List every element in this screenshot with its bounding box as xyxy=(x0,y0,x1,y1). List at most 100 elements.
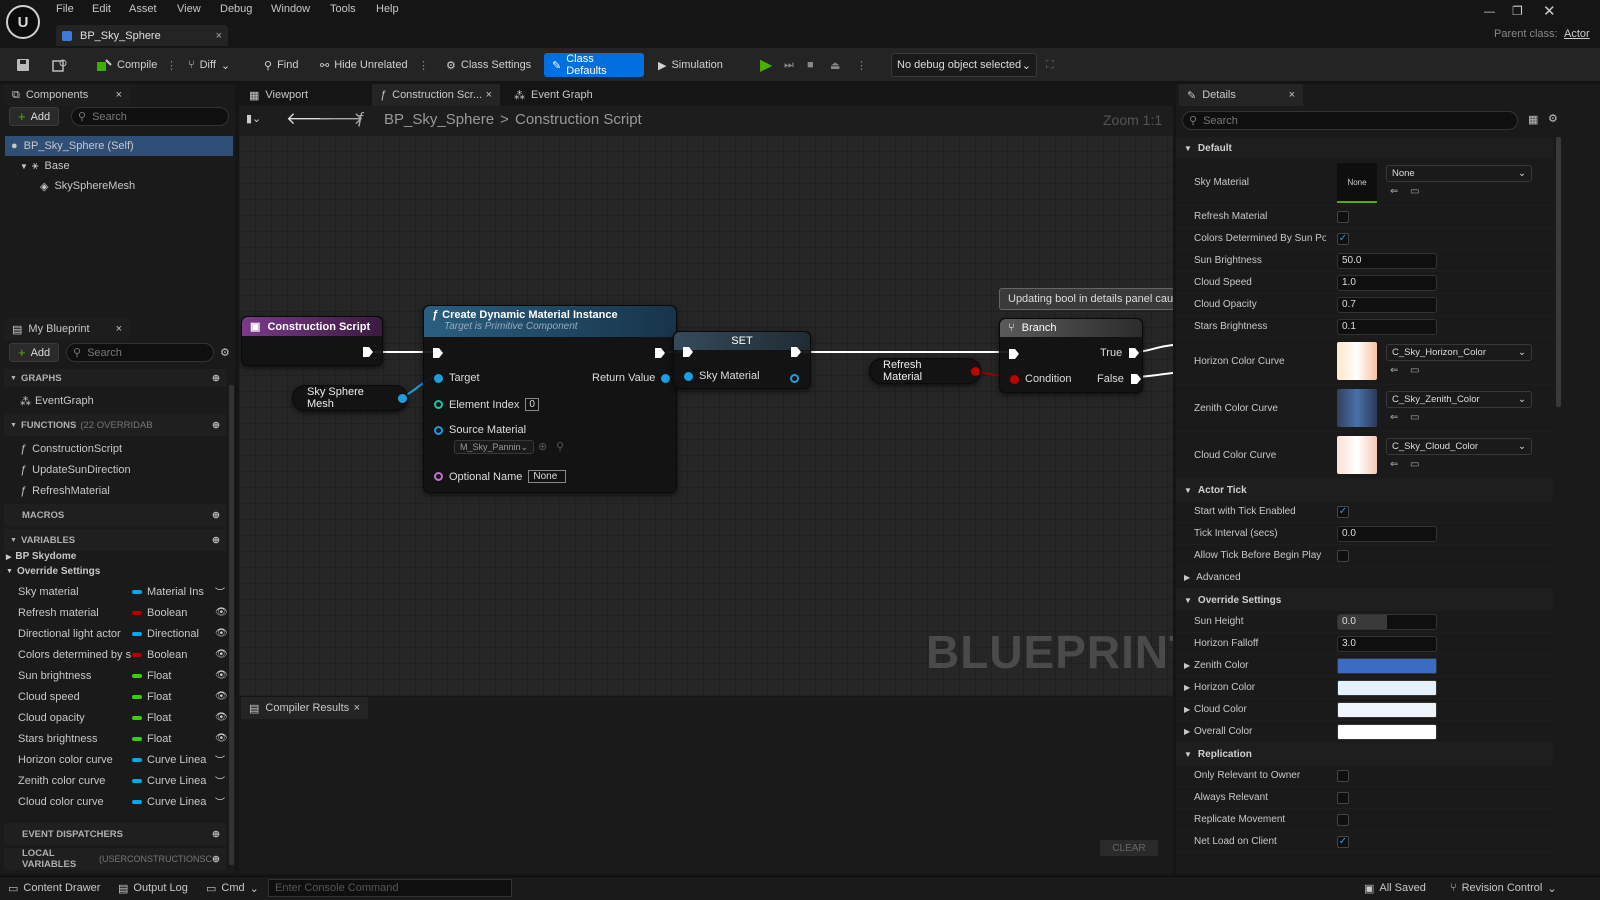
tick-interval-input[interactable]: 0.0 xyxy=(1337,525,1437,542)
net-load-checkbox[interactable]: ✓ xyxy=(1337,835,1349,848)
use-selected-icon[interactable]: ⇐ xyxy=(1390,186,1398,197)
menu-debug[interactable]: Debug xyxy=(220,3,252,15)
zenith-curve-dropdown[interactable]: C_Sky_Zenith_Color ⌄ xyxy=(1386,391,1532,408)
variable-item[interactable]: Zenith color curve Curve Linea ︶ xyxy=(0,770,228,791)
local-variables-section[interactable]: LOCAL VARIABLES (USERCONSTRUCTIONSC ⊕ xyxy=(4,848,226,870)
graphs-section[interactable]: ▼ GRAPHS ⊕ xyxy=(4,369,226,387)
variable-item[interactable]: Sky material Material Ins ︶ xyxy=(0,581,228,602)
save-icon[interactable] xyxy=(12,53,34,77)
add-dispatcher-icon[interactable]: ⊕ xyxy=(212,829,220,840)
optional-name-pin[interactable] xyxy=(434,472,443,481)
optional-name-input[interactable]: None xyxy=(528,470,567,483)
browse-folder-icon[interactable]: ▭ xyxy=(1410,365,1419,376)
eye-icon[interactable]: 👁 xyxy=(215,670,228,681)
cloud-curve-thumbnail[interactable] xyxy=(1337,436,1377,474)
cloud-curve-dropdown[interactable]: C_Sky_Cloud_Color ⌄ xyxy=(1386,438,1532,455)
unreal-logo-icon[interactable]: U xyxy=(6,5,40,39)
colors-determined-checkbox[interactable]: ✓ xyxy=(1337,232,1349,245)
start-tick-checkbox[interactable]: ✓ xyxy=(1337,505,1349,518)
chevron-right-icon[interactable]: ▶ xyxy=(1184,683,1194,692)
add-graph-icon[interactable]: ⊕ xyxy=(212,373,220,384)
gear-icon[interactable]: ⚙ xyxy=(1548,112,1558,125)
optional-name-pin-row[interactable]: Optional Name None xyxy=(434,470,567,483)
variable-item[interactable]: Colors determined by s Boolean 👁 xyxy=(0,644,228,665)
variable-item[interactable]: Sun brightness Float 👁 xyxy=(0,665,228,686)
cloud-opacity-input[interactable]: 0.7 xyxy=(1337,296,1437,313)
close-icon[interactable]: × xyxy=(354,702,360,714)
breadcrumb-blueprint[interactable]: BP_Sky_Sphere xyxy=(384,111,494,128)
browse-asset-icon[interactable]: ⚲ xyxy=(556,440,564,453)
variable-category[interactable]: ▶ BP Skydome xyxy=(6,549,76,564)
always-relevant-checkbox[interactable] xyxy=(1337,791,1349,804)
step-icon[interactable]: ⏭ xyxy=(780,53,798,77)
my-blueprint-scrollbar[interactable] xyxy=(229,385,234,865)
zenith-color-swatch[interactable] xyxy=(1337,657,1437,674)
compiler-results-tab[interactable]: ▤ Compiler Results × xyxy=(241,697,368,719)
eye-closed-icon[interactable]: ︶ xyxy=(215,794,225,809)
close-window-icon[interactable]: ✕ xyxy=(1543,2,1556,20)
minimize-icon[interactable]: — xyxy=(1484,6,1495,18)
menu-tools[interactable]: Tools xyxy=(330,3,356,15)
document-tab[interactable]: BP_Sky_Sphere × xyxy=(56,25,228,46)
exec-pin[interactable] xyxy=(682,346,694,358)
element-index-input[interactable]: 0 xyxy=(525,398,539,411)
sun-height-slider[interactable]: 0.0 xyxy=(1337,613,1437,630)
find-button[interactable]: ⚲ Find xyxy=(260,53,302,77)
target-pin-row[interactable]: Target xyxy=(434,372,480,384)
true-pin-row[interactable]: True xyxy=(1100,347,1140,359)
class-settings-button[interactable]: ⚙ Class Settings xyxy=(442,53,535,77)
use-selected-icon[interactable]: ⇐ xyxy=(1390,459,1398,470)
use-selected-icon[interactable]: ⇐ xyxy=(1390,365,1398,376)
class-defaults-button[interactable]: ✎ Class Defaults xyxy=(544,53,644,77)
simulation-button[interactable]: ▶ Simulation xyxy=(654,53,727,77)
play-options-icon[interactable]: ⋮ xyxy=(852,53,871,77)
create-dmi-node[interactable]: ƒ Create Dynamic Material Instance Target… xyxy=(423,305,677,493)
gear-icon[interactable]: ⚙ xyxy=(220,346,230,359)
close-icon[interactable]: × xyxy=(1289,89,1295,101)
only-relevant-checkbox[interactable] xyxy=(1337,769,1349,782)
exec-pin[interactable] xyxy=(1008,348,1020,360)
variable-category[interactable]: ▼ Override Settings xyxy=(6,564,100,579)
function-item[interactable]: ƒ ConstructionScript xyxy=(20,439,122,459)
menu-asset[interactable]: Asset xyxy=(129,3,157,15)
close-icon[interactable]: × xyxy=(116,323,122,335)
eye-icon[interactable]: 👁 xyxy=(215,607,228,618)
cmd-dropdown[interactable]: ▭ Cmd ⌄ xyxy=(206,880,259,896)
compile-options-icon[interactable]: ⋮ xyxy=(162,53,181,77)
exec-pin[interactable] xyxy=(1128,347,1140,359)
condition-pin[interactable] xyxy=(1010,374,1019,384)
revision-control-button[interactable]: ⑂ Revision Control ⌄ xyxy=(1450,880,1557,896)
parent-class-link[interactable]: Actor xyxy=(1564,28,1590,40)
eye-closed-icon[interactable]: ︶ xyxy=(215,773,225,788)
comment-bubble[interactable]: Updating bool in details panel cause xyxy=(999,288,1173,310)
source-material-pin-row[interactable]: Source Material xyxy=(434,424,526,436)
variable-item[interactable]: Cloud speed Float 👁 xyxy=(0,686,228,707)
diff-button[interactable]: ⑂ Diff ⌄ xyxy=(184,53,234,77)
refresh-material-checkbox[interactable] xyxy=(1337,210,1349,223)
my-blueprint-tab[interactable]: ▤ My Blueprint × xyxy=(4,318,130,340)
variable-item[interactable]: Directional light actor Directional 👁 xyxy=(0,623,228,644)
sky-material-pin[interactable] xyxy=(684,371,693,381)
stop-icon[interactable]: ■ xyxy=(803,53,818,77)
my-blueprint-search[interactable]: ⚲ Search xyxy=(66,343,214,362)
use-selected-icon[interactable]: ⇐ xyxy=(1390,412,1398,423)
use-asset-icon[interactable]: ⊕ xyxy=(538,440,547,453)
add-function-icon[interactable]: ⊕ xyxy=(212,420,220,431)
menu-edit[interactable]: Edit xyxy=(92,3,111,15)
browse-icon[interactable] xyxy=(48,53,72,77)
content-drawer-button[interactable]: ▭ Content Drawer xyxy=(8,880,100,896)
variable-item[interactable]: Refresh material Boolean 👁 xyxy=(0,602,228,623)
compile-button[interactable]: Compile xyxy=(92,53,161,77)
horizon-curve-thumbnail[interactable] xyxy=(1337,342,1377,380)
restore-icon[interactable]: ❐ xyxy=(1512,4,1523,18)
variables-section[interactable]: ▼ VARIABLES ⊕ xyxy=(4,529,226,551)
menu-window[interactable]: Window xyxy=(271,3,310,15)
close-icon[interactable]: × xyxy=(486,89,492,101)
cloud-speed-input[interactable]: 1.0 xyxy=(1337,274,1437,291)
menu-view[interactable]: View xyxy=(177,3,201,15)
tab-construction-script[interactable]: ƒ Construction Scr... × xyxy=(372,84,500,106)
return-value-pin-row[interactable]: Return Value xyxy=(592,372,671,384)
function-item[interactable]: ƒ UpdateSunDirection xyxy=(20,460,131,480)
add-component-button[interactable]: + Add xyxy=(9,107,60,126)
eject-icon[interactable]: ⏏ xyxy=(826,53,844,77)
